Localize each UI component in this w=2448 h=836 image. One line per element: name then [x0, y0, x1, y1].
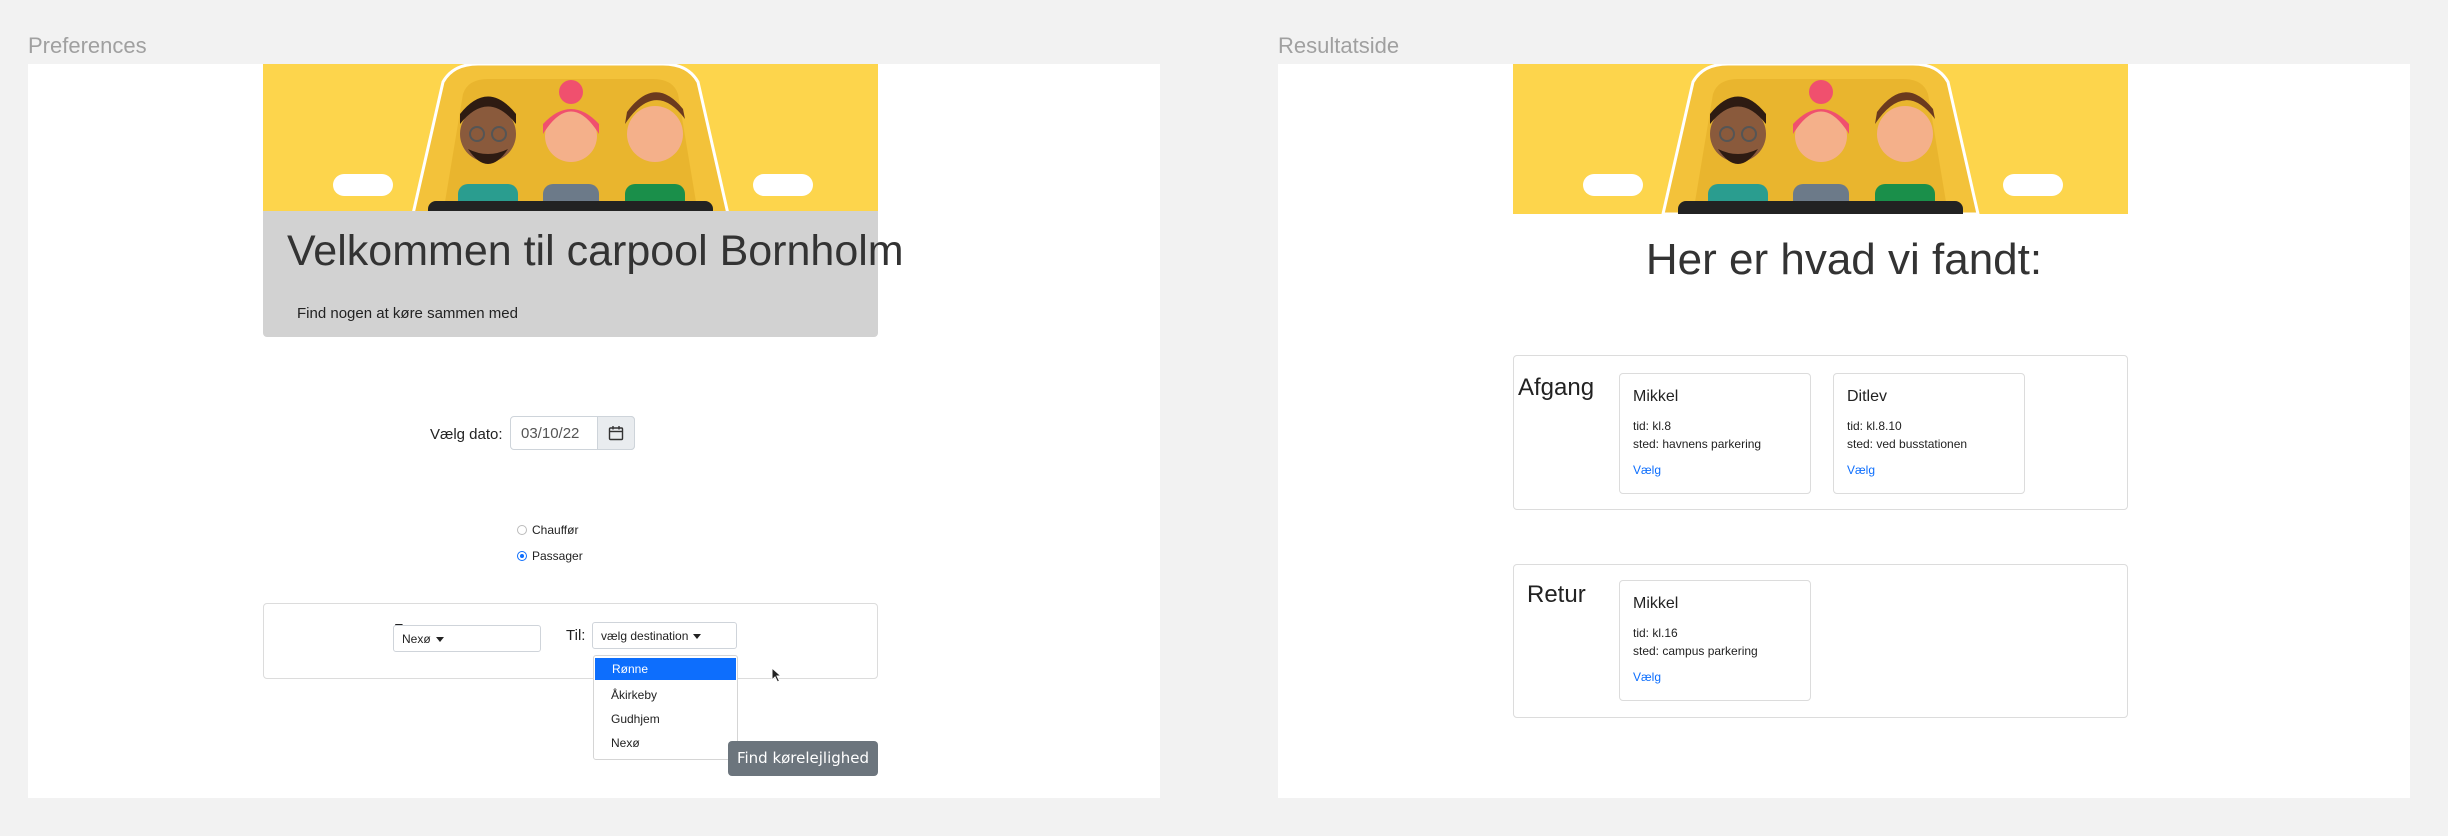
radio-label-passager: Passager — [532, 549, 583, 563]
date-value: 03/10/22 — [521, 425, 580, 442]
page-title: Velkommen til carpool Bornholm — [287, 227, 904, 275]
preferences-frame: Velkommen til carpool Bornholm Find noge… — [28, 64, 1160, 798]
return-section: Retur Mikkel tid: kl.16 sted: campus par… — [1513, 564, 2128, 718]
find-ride-button[interactable]: Find kørelejlighed — [728, 741, 878, 776]
destination-option-gudhjem[interactable]: Gudhjem — [594, 708, 737, 730]
to-select[interactable]: vælg destination — [592, 622, 737, 649]
results-title: Her er hvad vi fandt: — [1645, 235, 2043, 284]
ride-location: sted: ved busstationen — [1847, 437, 1968, 451]
carpool-banner-illustration — [1513, 64, 2128, 214]
ride-time: tid: kl.8 — [1633, 419, 1672, 433]
calendar-icon — [608, 426, 624, 441]
ride-location: sted: havnens parkering — [1633, 437, 1762, 451]
destination-option-nexo[interactable]: Nexø — [594, 732, 737, 754]
caret-down-icon — [435, 637, 444, 643]
from-value: Nexø — [402, 632, 431, 646]
ride-card: Mikkel tid: kl.8 sted: havnens parkering… — [1619, 373, 1811, 494]
destination-option-ronne[interactable]: Rønne — [595, 658, 736, 680]
page-subtitle: Find nogen at køre sammen med — [297, 305, 518, 322]
driver-name: Mikkel — [1633, 388, 1679, 405]
welcome-jumbotron: Velkommen til carpool Bornholm Find noge… — [263, 211, 904, 337]
radio-label-chauffor: Chauffør — [532, 523, 579, 537]
calendar-button[interactable] — [597, 416, 635, 450]
departure-section: Afgang Mikkel tid: kl.8 sted: havnens pa… — [1513, 355, 2128, 510]
cursor-icon — [771, 667, 783, 683]
driver-name: Mikkel — [1633, 595, 1679, 612]
role-option-chauffor[interactable]: Chauffør — [517, 523, 578, 537]
carpool-banner-illustration — [263, 64, 878, 214]
to-label: Til: — [566, 627, 586, 644]
date-label: Vælg dato: — [430, 426, 503, 443]
frame-label-results: Resultatside — [1278, 33, 1400, 58]
ride-time: tid: kl.16 — [1633, 626, 1678, 640]
ride-time: tid: kl.8.10 — [1847, 419, 1902, 433]
select-ride-link[interactable]: Vælg — [1847, 463, 1875, 477]
radio-chauffor[interactable] — [517, 525, 527, 535]
return-title: Retur — [1527, 581, 1586, 608]
ride-location: sted: campus parkering — [1633, 644, 1758, 658]
destination-dropdown: Rønne Åkirkeby Gudhjem Nexø — [593, 655, 738, 760]
select-ride-link[interactable]: Vælg — [1633, 463, 1661, 477]
route-selection-panel: Fra: Nexø Til: vælg destination — [263, 603, 878, 679]
radio-passager[interactable] — [517, 551, 527, 561]
from-select[interactable]: Nexø — [393, 625, 541, 652]
results-frame: Her er hvad vi fandt: Afgang Mikkel tid:… — [1278, 64, 2410, 798]
ride-card: Ditlev tid: kl.8.10 sted: ved busstation… — [1833, 373, 2025, 494]
date-input[interactable]: 03/10/22 — [510, 416, 635, 450]
destination-option-akirkeby[interactable]: Åkirkeby — [594, 684, 737, 706]
role-option-passager[interactable]: Passager — [517, 549, 583, 563]
frame-label-preferences: Preferences — [28, 33, 147, 58]
select-ride-link[interactable]: Vælg — [1633, 670, 1661, 684]
departure-title: Afgang — [1518, 374, 1595, 401]
ride-card: Mikkel tid: kl.16 sted: campus parkering… — [1619, 580, 1811, 701]
driver-name: Ditlev — [1847, 388, 1888, 405]
caret-down-icon — [693, 634, 702, 640]
to-value: vælg destination — [601, 629, 689, 643]
